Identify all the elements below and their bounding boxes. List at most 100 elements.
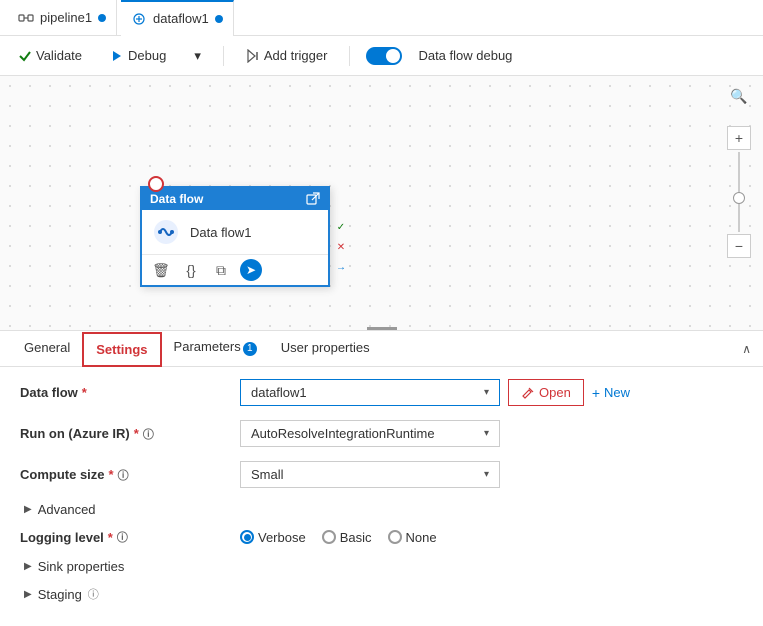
card-header: Data flow (142, 188, 328, 210)
collapse-panel-button[interactable]: ∧ (742, 342, 751, 356)
radio-none-label: None (406, 530, 437, 545)
canvas-bottom-separator (367, 327, 397, 330)
radio-none-circle (388, 530, 402, 544)
advanced-row[interactable]: ▶ Advanced (24, 502, 743, 517)
card-go-btn[interactable]: ➤ (240, 259, 262, 281)
run-on-dropdown[interactable]: AutoResolveIntegrationRuntime ▾ (240, 420, 500, 447)
run-on-label: Run on (Azure IR) * ⓘ (20, 426, 240, 442)
logging-level-info-icon[interactable]: ⓘ (117, 529, 128, 545)
debug-dropdown-arrow[interactable]: ▾ (188, 44, 207, 68)
compute-size-controls: Small ▾ (240, 461, 743, 488)
debug-icon (110, 49, 124, 63)
card-header-label: Data flow (150, 192, 203, 206)
logging-level-row: Logging level * ⓘ Verbose Basic (20, 529, 743, 545)
staging-chevron: ▶ (24, 589, 32, 600)
validate-button[interactable]: Validate (12, 44, 88, 67)
bottom-panel: General Settings Parameters1 User proper… (0, 331, 763, 626)
tab-user-properties[interactable]: User properties (269, 332, 382, 365)
tab-pipeline1[interactable]: pipeline1 (8, 0, 117, 36)
zoom-out-button[interactable]: − (727, 234, 751, 258)
compute-size-value: Small (251, 467, 284, 482)
logging-level-required: * (108, 530, 113, 545)
tab-general[interactable]: General (12, 332, 82, 365)
zoom-thumb[interactable] (733, 192, 745, 204)
tab-dataflow1-dot (215, 15, 223, 23)
data-flow-dropdown-arrow: ▾ (484, 387, 489, 398)
radio-basic[interactable]: Basic (322, 530, 372, 545)
settings-content: Data flow * dataflow1 ▾ Open + New (0, 367, 763, 626)
radio-verbose-circle (240, 530, 254, 544)
compute-size-label: Compute size * ⓘ (20, 467, 240, 483)
staging-info-icon[interactable]: ⓘ (88, 586, 99, 602)
radio-none[interactable]: None (388, 530, 437, 545)
run-on-row: Run on (Azure IR) * ⓘ AutoResolveIntegra… (20, 420, 743, 447)
data-flow-debug-label: Data flow debug (418, 48, 512, 63)
card-cross-action[interactable]: ✕ (332, 238, 350, 256)
tab-parameters[interactable]: Parameters1 (162, 331, 269, 366)
new-button[interactable]: + New (592, 385, 630, 401)
zoom-in-button[interactable]: + (727, 126, 751, 150)
open-button-label: Open (539, 385, 571, 400)
panel-tabs-row: General Settings Parameters1 User proper… (0, 331, 763, 367)
staging-row[interactable]: ▶ Staging ⓘ (24, 586, 743, 602)
sink-properties-row[interactable]: ▶ Sink properties (24, 559, 743, 574)
sink-properties-chevron: ▶ (24, 561, 32, 572)
card-external-link-icon[interactable] (306, 192, 320, 206)
dropdown-chevron: ▾ (194, 48, 201, 64)
compute-size-info-icon[interactable]: ⓘ (118, 467, 129, 483)
tab-parameters-label: Parameters (174, 339, 241, 354)
trigger-icon (246, 49, 260, 63)
tab-bar: pipeline1 dataflow1 (0, 0, 763, 36)
dataflow-card-icon (150, 216, 182, 248)
radio-basic-circle (322, 530, 336, 544)
tab-dataflow1[interactable]: dataflow1 (121, 0, 234, 36)
new-plus-icon: + (592, 385, 600, 401)
radio-basic-label: Basic (340, 530, 372, 545)
canvas: 🔍 Data flow Data flow1 🗑 (0, 76, 763, 331)
tab-settings-label: Settings (96, 342, 147, 357)
tab-settings[interactable]: Settings (82, 332, 161, 367)
debug-label: Debug (128, 48, 166, 63)
staging-label: Staging (38, 587, 82, 602)
data-flow-required: * (82, 385, 87, 400)
card-item-label: Data flow1 (190, 225, 251, 240)
card-code-btn[interactable]: {} (180, 259, 202, 281)
card-body: Data flow1 (142, 210, 328, 254)
new-button-label: New (604, 385, 630, 400)
data-flow-dropdown[interactable]: dataflow1 ▾ (240, 379, 500, 406)
card-check-action[interactable]: ✓ (332, 218, 350, 236)
compute-size-dropdown[interactable]: Small ▾ (240, 461, 500, 488)
zoom-controls: + − (727, 126, 751, 258)
run-on-value: AutoResolveIntegrationRuntime (251, 426, 435, 441)
compute-size-dropdown-arrow: ▾ (484, 469, 489, 480)
card-delete-btn[interactable]: 🗑 (150, 259, 172, 281)
data-flow-debug-toggle[interactable] (366, 47, 402, 65)
debug-button[interactable]: Debug (104, 44, 172, 67)
tab-pipeline1-dot (98, 14, 106, 22)
dataflow-tab-icon (131, 11, 147, 27)
card-warning-circle (148, 176, 164, 192)
add-trigger-label: Add trigger (264, 48, 328, 63)
data-flow-row: Data flow * dataflow1 ▾ Open + New (20, 379, 743, 406)
data-flow-card[interactable]: Data flow Data flow1 🗑 {} ⧉ ➤ (140, 186, 330, 287)
run-on-info-icon[interactable]: ⓘ (143, 426, 154, 442)
canvas-background (0, 76, 763, 330)
radio-verbose[interactable]: Verbose (240, 530, 306, 545)
toolbar: Validate Debug ▾ Add trigger Data flow d… (0, 36, 763, 76)
zoom-slider[interactable] (738, 152, 740, 232)
pipeline-icon (18, 10, 34, 26)
card-copy-btn[interactable]: ⧉ (210, 259, 232, 281)
zoom-track (738, 152, 740, 232)
canvas-search-icon[interactable]: 🔍 (727, 84, 751, 108)
validate-icon (18, 49, 32, 63)
card-actions-row: 🗑 {} ⧉ ➤ (142, 254, 328, 285)
card-arrow-action[interactable]: → (332, 258, 350, 276)
parameters-badge: 1 (243, 342, 257, 356)
run-on-dropdown-arrow: ▾ (484, 428, 489, 439)
open-button[interactable]: Open (508, 379, 584, 406)
advanced-label: Advanced (38, 502, 96, 517)
tab-user-properties-label: User properties (281, 340, 370, 355)
add-trigger-button[interactable]: Add trigger (240, 44, 334, 67)
card-side-actions: ✓ ✕ → (332, 218, 350, 276)
compute-size-row: Compute size * ⓘ Small ▾ (20, 461, 743, 488)
